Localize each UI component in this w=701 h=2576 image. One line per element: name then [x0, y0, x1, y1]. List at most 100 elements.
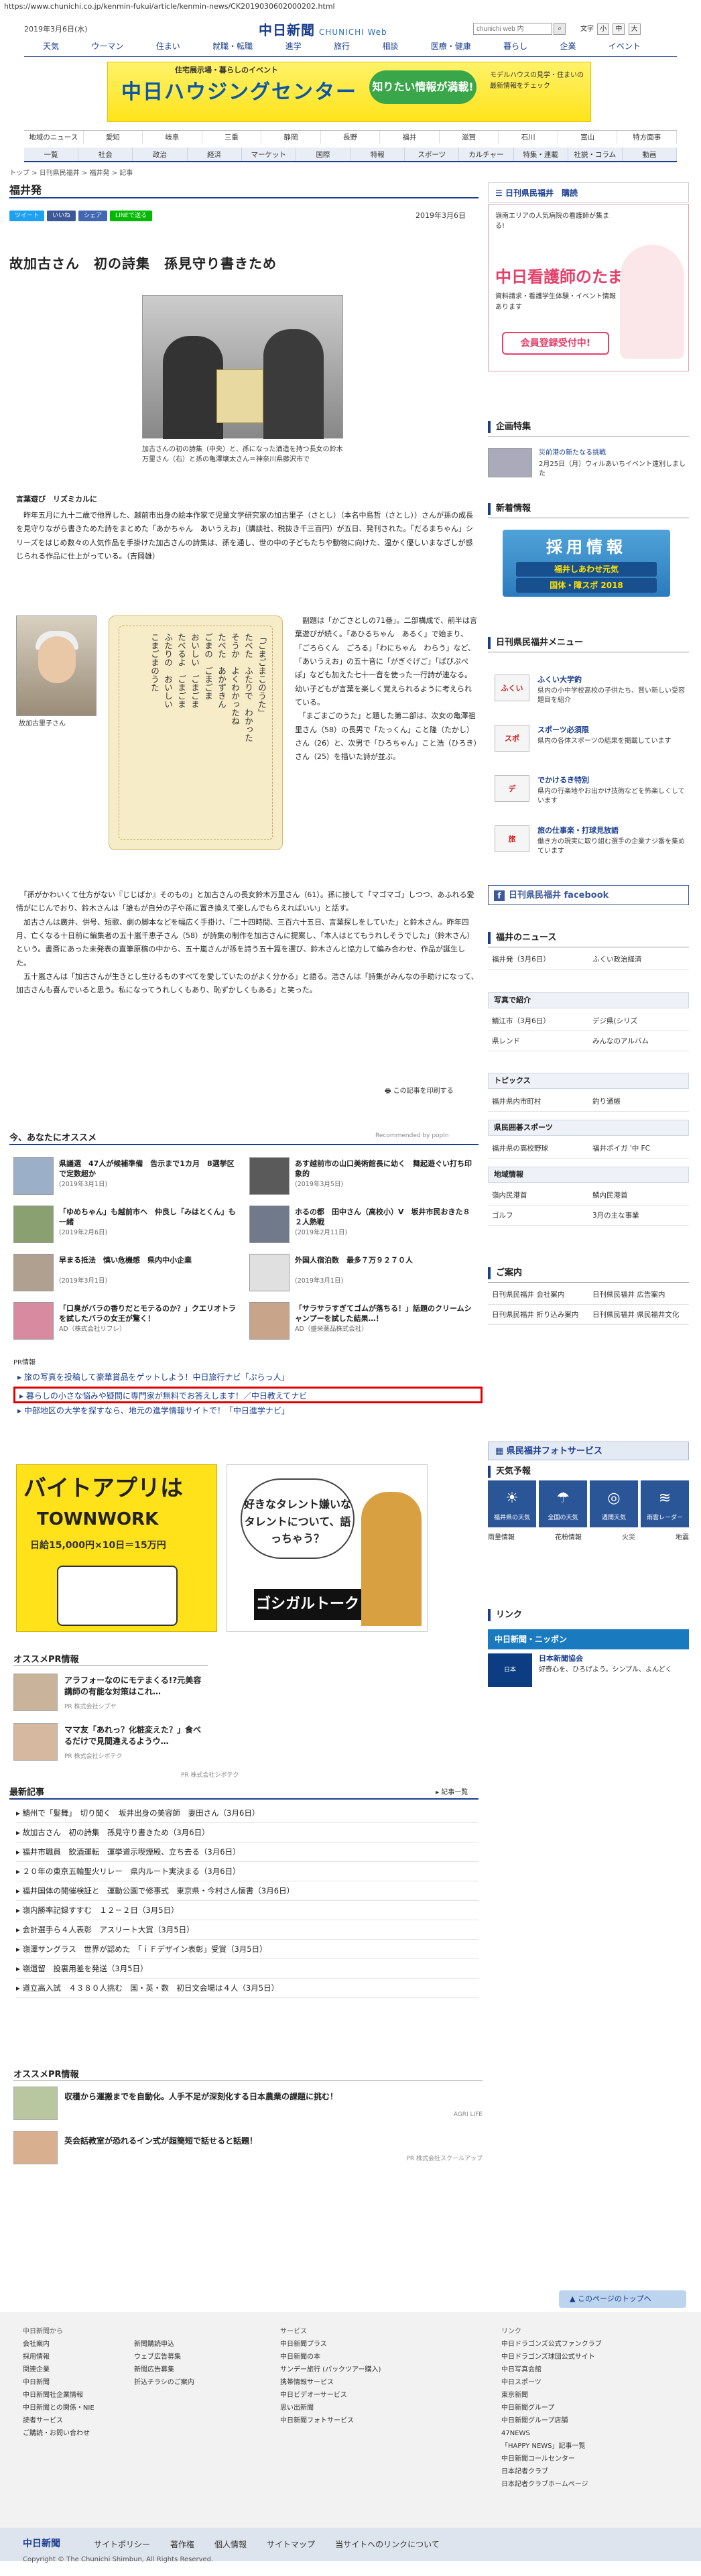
footer-link[interactable]: 日本記者クラブ — [501, 2465, 602, 2478]
url-bar[interactable]: https://www.chunichi.co.jp/kenmin-fukui/… — [0, 0, 701, 12]
subnav-item[interactable]: カルチャー — [459, 148, 514, 161]
news-link[interactable]: ゴルフ — [488, 1206, 588, 1226]
share-button[interactable]: シェア — [78, 211, 108, 221]
news-link[interactable]: ふくい政治経済 — [588, 949, 689, 970]
cat-job[interactable]: 就職・転職 — [210, 40, 255, 55]
footer-link[interactable]: 中日新聞 — [23, 2376, 94, 2389]
subnav-item[interactable]: 社説・コラム — [568, 148, 623, 161]
news-group-header[interactable]: 県民囲碁スポーツ — [488, 1120, 689, 1136]
footer-link[interactable]: 思い出新聞 — [280, 2402, 381, 2414]
search-icon[interactable]: ⌕ — [554, 23, 566, 35]
bottom-link[interactable]: 著作権 — [170, 2538, 194, 2551]
link-item[interactable]: 日本 日本新聞協会 好奇心を、ひろげよう。シンプル、よんどく — [488, 1653, 689, 1694]
weather-link[interactable]: 地震 — [676, 1533, 689, 1543]
weather-national[interactable]: ☂ 全国の天気 — [539, 1480, 587, 1527]
annai-link[interactable]: 日刊県民福井 会社案内 — [488, 1285, 588, 1305]
cat-consult[interactable]: 相談 — [379, 40, 401, 55]
poem-image[interactable]: 「ごまごまこのうた」 たべた ふたりで わかった そうか よくわかったね たべた… — [109, 616, 283, 850]
news-link[interactable]: 3月の主な事業 — [588, 1206, 689, 1226]
region-item[interactable]: 福井 — [380, 131, 440, 143]
tweet-button[interactable]: ツイート — [9, 211, 45, 221]
recommend-item[interactable]: ホるの都 田中さん（高校小）V 坂井市民おきた８２人熱戦 (2019年2月11日) — [249, 1206, 477, 1244]
facebook-link[interactable]: f 日刊県民福井 facebook — [488, 885, 689, 905]
cat-travel[interactable]: 旅行 — [331, 40, 353, 55]
news-group-header[interactable]: トピックス — [488, 1073, 689, 1089]
region-item[interactable]: 愛知 — [84, 131, 143, 143]
footer-link[interactable]: 中日新聞グループ店舗 — [501, 2414, 602, 2427]
search-input[interactable] — [473, 23, 552, 35]
nurse-ad-banner[interactable]: 嶺南エリアの人気病院の看護師が集まる! 中日看護師のたまご 資料請求・看護学生体… — [488, 204, 689, 371]
news-link[interactable]: みんなのアルバム — [588, 1031, 689, 1051]
recommend-item[interactable]: 県議選 47人が候補準備 告示まで1カ月 8選挙区で定数超か (2019年3月1日… — [13, 1157, 241, 1196]
recommend-item[interactable]: あす越前市の山口美術館長に幼く 舞起遊ぐい打ち印象的 (2019年3月5日) — [249, 1157, 477, 1196]
footer-link[interactable]: 中日新聞グループ — [501, 2402, 602, 2414]
link-banner[interactable]: 中日新聞・ニッポン — [488, 1629, 689, 1649]
region-item[interactable]: 特方面事 — [617, 131, 678, 143]
news-link[interactable]: 県レンド — [488, 1031, 588, 1051]
recommend-item[interactable]: 「ゆめちゃん」も越前市へ 仲良し「みはとくん」も一緒 (2019年2月6日) — [13, 1206, 241, 1244]
subnav-item[interactable]: 社会 — [78, 148, 133, 161]
cat-housing[interactable]: 住まい — [153, 40, 183, 55]
font-mid-button[interactable]: 中 — [613, 23, 625, 35]
news-link[interactable]: 鯖江市（3月6日） — [488, 1011, 588, 1031]
recommend-item[interactable]: 外国人宿泊数 最多７万９２７０人 (2019年3月1日) — [249, 1254, 477, 1293]
news-link[interactable]: 福井県の高校野球 — [488, 1138, 588, 1159]
footer-link[interactable]: 中日新聞フォトサービス — [280, 2414, 381, 2427]
weather-link[interactable]: 雨量情報 — [488, 1533, 515, 1543]
footer-link[interactable]: ウェブ広告募集 — [134, 2351, 194, 2363]
kikaku-item[interactable]: 災前港の新たなる挑戦 2月25日（月）ウィルあいちイベント遠別しました — [488, 448, 689, 481]
footer-link[interactable]: 中日新聞の本 — [280, 2351, 381, 2363]
cat-company[interactable]: 企業 — [558, 40, 579, 55]
region-item[interactable]: 岐阜 — [143, 131, 202, 143]
menu-item[interactable]: ふくい ふくい大学釣 県内の小中学校高校の子供たち、賢い新しい受容題目を紹介 — [488, 670, 689, 713]
footer-link[interactable]: 採用情報 — [23, 2351, 94, 2363]
footer-link[interactable]: 新聞購読申込 — [134, 2338, 194, 2351]
footer-link[interactable]: 中日新聞コールセンター — [501, 2453, 602, 2465]
footer-link[interactable]: 「HAPPY NEWS」記事一覧 — [501, 2440, 602, 2453]
news-group-header[interactable]: 写真で紹介 — [488, 992, 689, 1008]
region-item[interactable]: 地域のニュース — [24, 131, 84, 143]
footer-link[interactable]: 中日新聞プラス — [280, 2338, 381, 2351]
breadcrumb[interactable]: トップ > 日刊県民福井 > 福井発 > 記事 — [9, 168, 133, 178]
weather-fukui[interactable]: ☀ 福井県の天気 — [488, 1480, 536, 1527]
footer-link[interactable]: 読者サービス — [23, 2414, 94, 2427]
pr-link[interactable]: ▸ 旅の写真を投稿して豪華賞品をゲットしよう！中日旅行ナビ「ぷらっ人」 — [13, 1370, 483, 1387]
photo-service-banner[interactable]: ▦ 県民福井フォトサービス — [488, 1442, 689, 1460]
townwork-banner[interactable]: バイトアプリは TOWNWORK 日給15,000円×10日＝15万円 — [16, 1464, 217, 1632]
cat-school[interactable]: 進学 — [283, 40, 304, 55]
news-link[interactable]: 釣り通帳 — [588, 1092, 689, 1112]
menu-item[interactable]: デでかけるき特別 県内の行楽地やお出かけ技術などを怖楽しくしています — [488, 771, 689, 814]
latest-item[interactable]: ▸ 道立高入試 ４３８０人挑む 国・英・数 初日文会場は４人（3月5日） — [16, 1979, 479, 1998]
latest-item[interactable]: ▸ 福井国体の開催検証と 運動公園で修事式 東京県・今村さん懐書（3月6日） — [16, 1881, 479, 1901]
footer-link[interactable]: 日本記者クラブホームページ — [501, 2478, 602, 2491]
annai-link[interactable]: 日刊県民福井 県民福井文化 — [588, 1305, 689, 1325]
footer-link[interactable]: 47NEWS — [501, 2427, 602, 2440]
subnav-item[interactable]: 特集・連載 — [514, 148, 568, 161]
subnav-item[interactable]: マーケット — [242, 148, 296, 161]
menu-item[interactable]: スポ スポーツ必須限 県内の各体スポーツの結果を掲載しています — [488, 721, 689, 764]
region-item[interactable]: 静岡 — [261, 131, 321, 143]
news-link[interactable]: デジ県(シリズ — [588, 1011, 689, 1031]
bottom-link[interactable]: 個人情報 — [214, 2538, 247, 2551]
recommend-by[interactable]: Recommended by popIn — [375, 1132, 449, 1141]
region-item[interactable]: 長野 — [321, 131, 381, 143]
cat-woman[interactable]: ウーマン — [88, 40, 126, 55]
footer-link[interactable]: ご購読・お問い合わせ — [23, 2427, 94, 2440]
menu-item[interactable]: 旅旅の仕事楽・打球見放語 働き方の現実に取り組む選手の企業ナジ番を集めています — [488, 821, 689, 864]
region-item[interactable]: 石川 — [499, 131, 558, 143]
annai-link[interactable]: 日刊県民福井 折り込み案内 — [488, 1305, 588, 1325]
news-group-header[interactable]: 地域情報 — [488, 1167, 689, 1183]
latest-item[interactable]: ▸ 会計選手ら４人表彰 アスリート大賞（3月5日） — [16, 1920, 479, 1940]
footer-link[interactable]: 折込チラシのご案内 — [134, 2376, 194, 2389]
footer-link[interactable]: 中日スポーツ — [501, 2376, 602, 2389]
osusume-pr2-item[interactable]: 収穫から運搬までを自動化。人手不足が深刻化する日本農業の課題に挑む！ AGRI L… — [13, 2087, 483, 2124]
osusume-pr-item[interactable]: ママ友「あれっ？化粧変えた？」食べるだけで見間違えるようウ… PR 株式会社シボテ… — [13, 1723, 208, 1763]
news-link[interactable]: 福井県内市町村 — [488, 1092, 588, 1112]
article-photo[interactable] — [142, 295, 343, 439]
font-small-button[interactable]: 小 — [597, 23, 610, 35]
footer-link[interactable]: 中日ドラゴンズ公式ファンクラブ — [501, 2338, 602, 2351]
ad-button[interactable]: 会員登録受付中! — [502, 332, 609, 355]
footer-link[interactable]: 中日新聞との関係・NIE — [23, 2402, 94, 2414]
housing-center-banner[interactable]: 住宅展示場・暮らしのイベント 中日ハウジングセンター 知りたい情報が満載! モデ… — [107, 62, 591, 122]
recommend-item[interactable]: 「サラサラすぎてゴムが落ちる！」話題のクリームシャンプーを試した結果…！ AD（盛… — [249, 1302, 477, 1341]
